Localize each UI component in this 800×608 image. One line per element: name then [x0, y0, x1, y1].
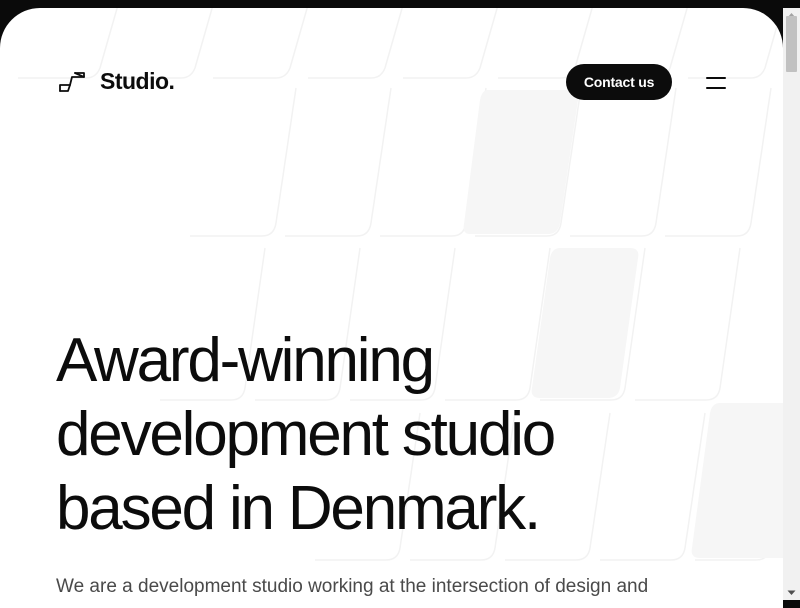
hero-title: Award-winning development studio based i… [56, 324, 776, 546]
scroll-down-arrow-icon[interactable] [783, 586, 800, 600]
vertical-scrollbar[interactable] [783, 8, 800, 600]
page-canvas: Studio. Contact us Award-winning develop… [0, 8, 783, 608]
hero-title-line: based in Denmark. [56, 474, 541, 543]
hamburger-menu-icon[interactable] [700, 70, 732, 94]
menu-line-bottom [706, 87, 726, 89]
hero-title-line: Award-winning [56, 326, 435, 395]
hero-subtitle: We are a development studio working at t… [56, 576, 649, 597]
logo-link[interactable]: Studio. [58, 68, 175, 95]
site-header: Studio. Contact us [0, 8, 783, 158]
scrollbar-thumb[interactable] [786, 16, 797, 72]
brand-name: Studio. [100, 68, 175, 94]
menu-line-top [706, 77, 726, 79]
stair-step-icon [59, 71, 85, 92]
contact-us-button[interactable]: Contact us [566, 64, 672, 100]
window-top-strip [783, 0, 800, 8]
hero-title-line: development studio [56, 400, 556, 469]
